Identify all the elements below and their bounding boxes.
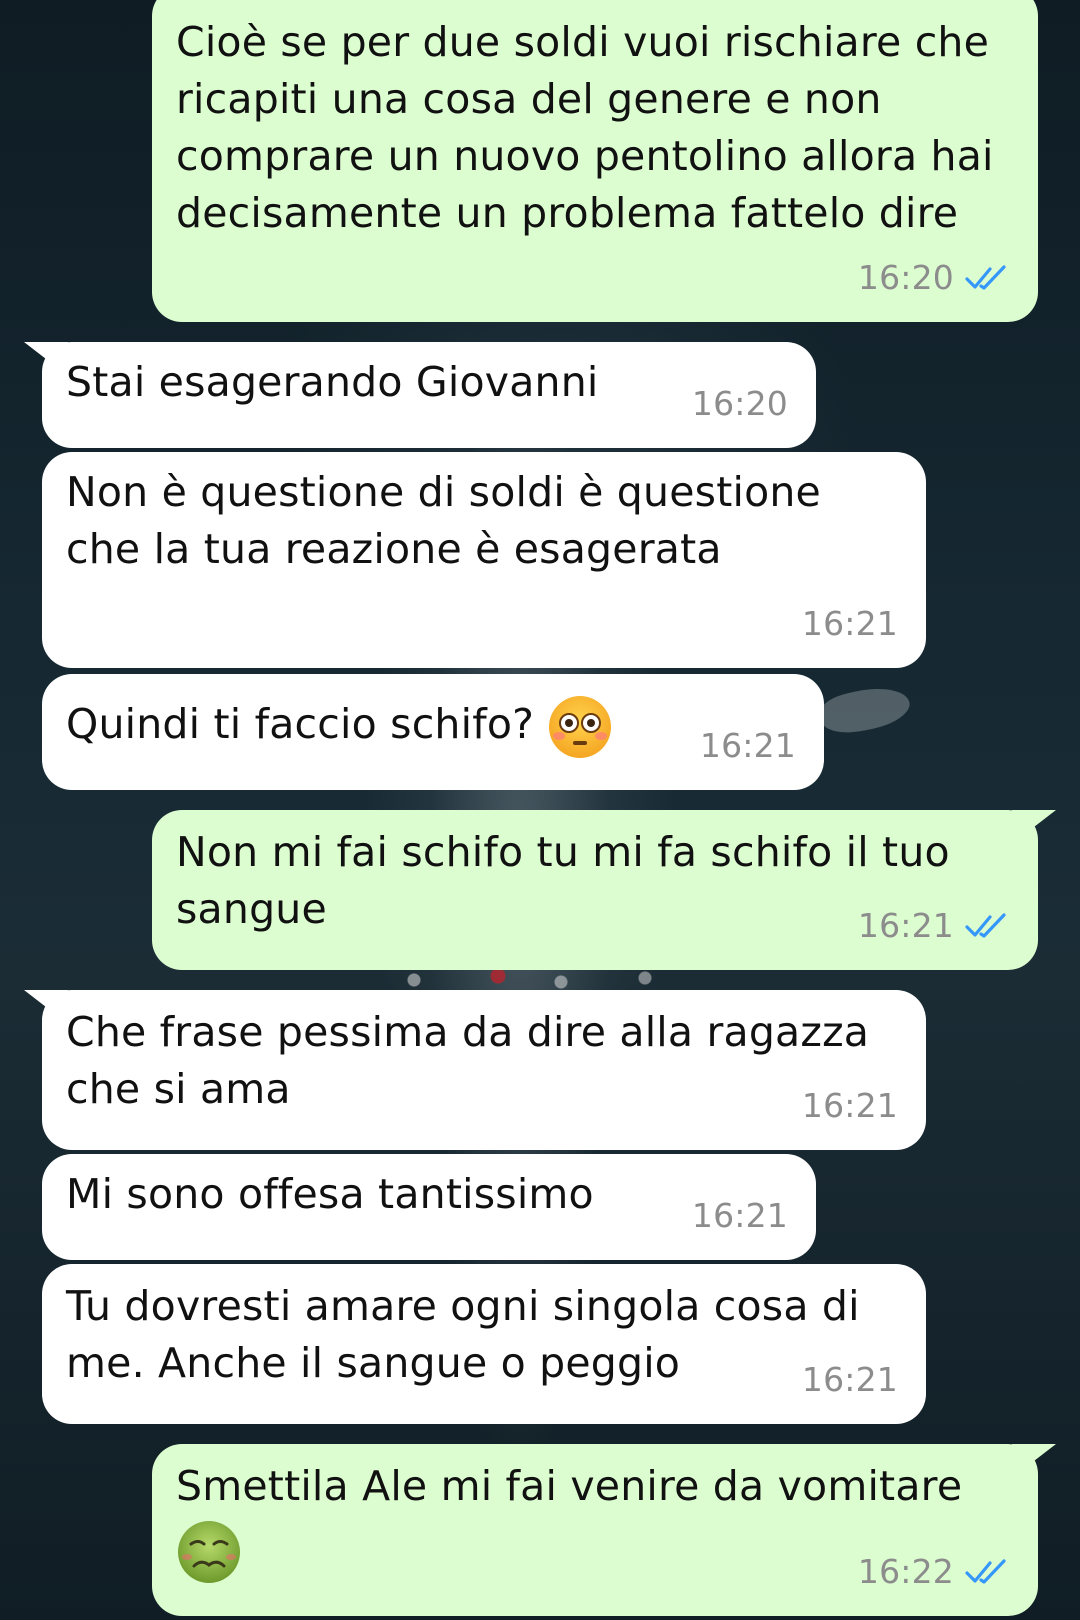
- message-time: 16:21: [857, 906, 954, 945]
- double-check-read-icon: [965, 1558, 1006, 1584]
- message-list[interactable]: Cioè se per due soldi vuoi rischiare che…: [0, 0, 1080, 1620]
- message-meta: 16:20: [858, 249, 1010, 306]
- flushed-face-emoji: [549, 696, 612, 758]
- incoming-message[interactable]: Non è questione di soldi è questione che…: [42, 452, 926, 668]
- double-check-read-icon: [965, 912, 1006, 938]
- message-text: Che frase pessima da dire alla ragazza c…: [66, 1008, 883, 1113]
- message-time: 16:21: [801, 1360, 898, 1399]
- message-meta: 16:21: [802, 1351, 898, 1408]
- message-time: 16:20: [691, 384, 788, 423]
- message-meta: 16:21: [700, 717, 796, 774]
- outgoing-message[interactable]: Smettila Ale mi fai venire da vomitare 1…: [152, 1444, 1056, 1616]
- incoming-message[interactable]: Stai esagerando Giovanni 16:20: [24, 342, 816, 448]
- message-text: Stai esagerando Giovanni: [66, 358, 599, 406]
- message-meta: 16:22: [858, 1543, 1010, 1600]
- message-time: 16:21: [699, 726, 796, 765]
- double-check-read-icon: [965, 264, 1006, 290]
- message-time: 16:21: [801, 1086, 898, 1125]
- bubble-tail: [24, 342, 68, 376]
- message-time: 16:21: [801, 604, 898, 643]
- message-meta: 16:21: [858, 897, 1010, 954]
- incoming-message[interactable]: Quindi ti faccio schifo? 16:21: [42, 674, 824, 790]
- message-meta: 16:21: [692, 1187, 788, 1244]
- message-text-row: Quindi ti faccio schifo?: [66, 694, 798, 760]
- bubble-tail: [1012, 810, 1056, 844]
- message-text: Tu dovresti amare ogni singola cosa di m…: [66, 1282, 873, 1387]
- message-text: Non è questione di soldi è questione che…: [66, 468, 835, 573]
- message-text: Smettila Ale mi fai venire da vomitare: [176, 1462, 963, 1510]
- bubble-tail: [24, 990, 68, 1024]
- message-meta: 16:20: [692, 375, 788, 432]
- message-text: Quindi ti faccio schifo?: [66, 700, 535, 748]
- incoming-message[interactable]: Mi sono offesa tantissimo 16:21: [42, 1154, 816, 1260]
- outgoing-message[interactable]: Non mi fai schifo tu mi fa schifo il tuo…: [152, 810, 1056, 970]
- nauseated-face-emoji: [178, 1521, 240, 1583]
- bubble-tail: [1012, 1444, 1056, 1478]
- incoming-message[interactable]: Che frase pessima da dire alla ragazza c…: [24, 990, 926, 1150]
- message-text: Cioè se per due soldi vuoi rischiare che…: [176, 18, 1007, 237]
- message-meta: 16:21: [802, 1077, 898, 1134]
- message-time: 16:20: [857, 258, 954, 297]
- outgoing-message[interactable]: Cioè se per due soldi vuoi rischiare che…: [152, 0, 1038, 322]
- message-time: 16:21: [691, 1196, 788, 1235]
- message-text: Mi sono offesa tantissimo: [66, 1170, 594, 1218]
- incoming-message[interactable]: Tu dovresti amare ogni singola cosa di m…: [42, 1264, 926, 1424]
- message-time: 16:22: [857, 1552, 954, 1591]
- message-meta: 16:21: [802, 595, 898, 652]
